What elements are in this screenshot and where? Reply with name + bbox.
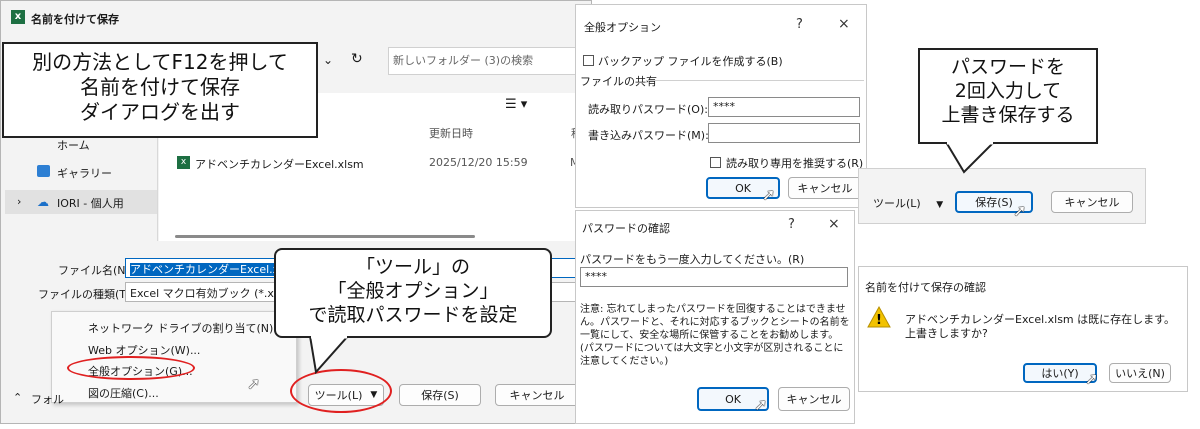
save-as-title: 名前を付けて保存 (31, 13, 119, 26)
backup-checkbox[interactable] (583, 55, 594, 66)
callout-tools-line3: で読取パスワードを設定 (308, 303, 518, 326)
confirm-password-title: パスワードの確認 (582, 222, 670, 235)
help-icon[interactable]: ? (796, 17, 803, 32)
callout-tools-pointer (308, 336, 350, 375)
svg-text:!: ! (876, 313, 882, 328)
sharing-header: ファイルの共有 (580, 75, 657, 88)
file-date: 2025/12/20 15:59 (429, 156, 528, 169)
callout-f12-line2: 名前を付けて保存 (80, 75, 240, 99)
close-icon[interactable]: × (838, 16, 850, 32)
cancel-button[interactable]: キャンセル (1051, 191, 1133, 213)
confirm-prompt: パスワードをもう一度入力してください。(R) (580, 253, 805, 266)
callout-tools: 「ツール」の 「全般オプション」 で読取パスワードを設定 (274, 248, 552, 338)
chevron-down-icon[interactable]: ⌄ (323, 53, 333, 67)
write-password-input[interactable] (708, 123, 860, 143)
view-menu-icon[interactable]: ☰ ▾ (505, 97, 527, 112)
no-button[interactable]: いいえ(N) (1109, 363, 1171, 383)
column-date[interactable]: 更新日時 (429, 125, 473, 141)
cloud-icon: ☁ (37, 195, 49, 209)
filename-label: ファイル名(N): (58, 264, 134, 277)
sidebar-item-user[interactable]: › ☁ IORI - 個人用 (5, 190, 157, 214)
callout-password-line2: 2回入力して (954, 79, 1062, 102)
tools-dropdown-label: ツール(L) (873, 197, 921, 210)
callout-f12-line1: 別の方法としてF12を押して (32, 50, 288, 74)
tools-dropdown[interactable]: ツール(L) ▼ (873, 195, 943, 211)
mouse-cursor-icon: ➚ (1013, 201, 1027, 220)
excel-icon: x (11, 10, 25, 24)
mouse-cursor-icon: ➚ (762, 185, 776, 204)
read-password-label: 読み取りパスワード(O): (588, 103, 708, 116)
general-options-highlight (67, 356, 195, 380)
callout-f12-line3: ダイアログを出す (80, 100, 240, 124)
readonly-label: 読み取り専用を推奨する(R) (726, 157, 864, 170)
sidebar-item-gallery[interactable]: ギャラリー (57, 165, 112, 181)
cancel-button[interactable]: キャンセル (788, 177, 862, 199)
callout-tools-line1: 「ツール」の (355, 256, 470, 278)
callout-password-pointer (944, 142, 996, 174)
chevron-down-icon: ▼ (936, 200, 944, 210)
general-options-title: 全般オプション (584, 21, 661, 34)
sharing-divider (646, 80, 864, 81)
callout-password-line1: パスワードを (950, 56, 1065, 78)
read-password-input[interactable]: **** (708, 97, 860, 117)
cancel-button[interactable]: キャンセル (495, 384, 579, 406)
mouse-cursor-icon: ➚ (754, 395, 768, 414)
search-input[interactable]: 新しいフォルダー (3)の検索 (388, 47, 586, 75)
horizontal-scrollbar[interactable] (175, 235, 475, 238)
confirm-password-input[interactable]: **** (580, 267, 848, 287)
filetype-label: ファイルの種類(T): (38, 288, 135, 301)
overwrite-confirm-dialog: 名前を付けて保存の確認 ! アドベンチカレンダーExcel.xlsm は既に存在… (858, 266, 1188, 392)
callout-f12: 別の方法としてF12を押して 名前を付けて保存 ダイアログを出す (2, 42, 318, 138)
mouse-cursor-icon: ➚ (1085, 369, 1099, 388)
xlsm-file-icon: x (177, 156, 190, 169)
write-password-label: 書き込みパスワード(M): (588, 129, 709, 142)
confirm-password-dialog: パスワードの確認 ? × パスワードをもう一度入力してください。(R) ****… (575, 210, 855, 424)
refresh-icon[interactable]: ↻ (351, 51, 363, 67)
overwrite-message-line2: 上書きしますか? (905, 327, 988, 340)
readonly-checkbox[interactable] (710, 157, 721, 168)
confirm-note: 注意: 忘れてしまったパスワードを回復することはできません。パスワードと、それに… (580, 304, 850, 367)
search-placeholder: 新しいフォルダー (3)の検索 (393, 54, 534, 67)
close-icon[interactable]: × (828, 216, 840, 232)
warning-icon: ! (867, 305, 891, 328)
collapse-arrow-icon[interactable]: ⌃ (13, 391, 22, 404)
save-button[interactable]: 保存(S) (399, 384, 481, 406)
gallery-icon (37, 165, 50, 177)
menu-item-compress-pictures[interactable]: 図の圧縮(C)... (88, 385, 159, 401)
callout-tools-line2: 「全般オプション」 (327, 279, 499, 302)
file-name: アドベンチカレンダーExcel.xlsm (195, 158, 364, 171)
overwrite-confirm-title: 名前を付けて保存の確認 (865, 281, 986, 294)
help-icon[interactable]: ? (788, 217, 795, 232)
mouse-cursor-icon: ➚ (247, 374, 261, 393)
sidebar-item-user-label: IORI - 個人用 (57, 197, 124, 210)
menu-item-map-drive[interactable]: ネットワーク ドライブの割り当て(N)... (88, 320, 284, 336)
chevron-right-icon: › (17, 195, 22, 208)
sidebar-item-home[interactable]: ホーム (57, 137, 90, 153)
hide-folders-label[interactable]: フォル (31, 391, 64, 407)
cancel-button[interactable]: キャンセル (778, 387, 850, 411)
file-row[interactable]: x アドベンチカレンダーExcel.xlsm 2025/12/20 15:59 … (173, 153, 593, 173)
backup-label: バックアップ ファイルを作成する(B) (598, 55, 783, 68)
general-options-dialog: 全般オプション ? × バックアップ ファイルを作成する(B) ファイルの共有 … (575, 4, 867, 208)
callout-password: パスワードを 2回入力して 上書き保存する (918, 48, 1098, 144)
callout-password-line3: 上書き保存する (941, 103, 1075, 126)
filetype-value: Excel マクロ有効ブック (*.xlsm) (130, 287, 298, 300)
confirm-password-value: **** (585, 270, 607, 283)
read-password-value: **** (713, 100, 735, 113)
